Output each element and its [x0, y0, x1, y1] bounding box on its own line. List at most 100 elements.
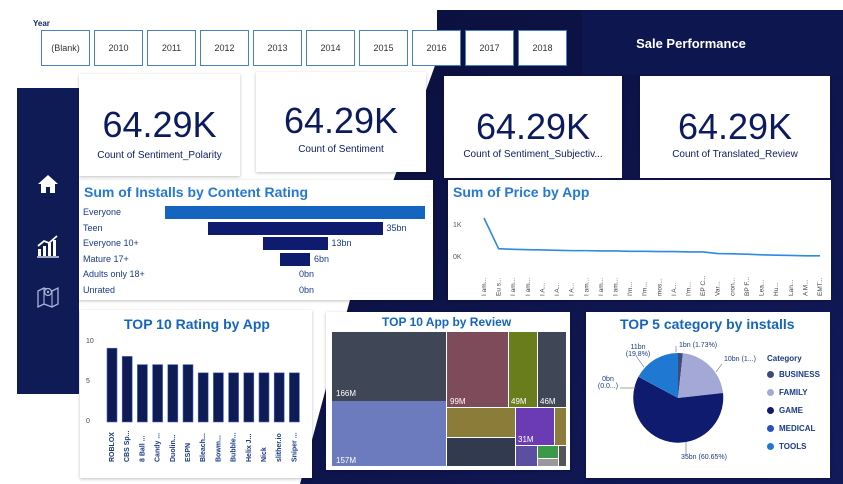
- treemap-label: 49M: [511, 397, 527, 406]
- x-tick-label: mos...: [656, 278, 663, 296]
- x-tick-label: Hu...: [773, 282, 780, 296]
- x-tick-label: I am...: [583, 278, 590, 296]
- bar[interactable]: [165, 206, 425, 219]
- kpi-card-translated-review: 64.29K Count of Translated_Review: [640, 76, 830, 178]
- year-option[interactable]: 2013: [253, 30, 302, 66]
- category-label: Unrated: [83, 284, 116, 295]
- treemap-label: 46M: [540, 397, 556, 406]
- x-tick-label: I A...: [671, 283, 678, 296]
- category-label: Teen: [83, 222, 103, 233]
- pie-label: 11bn (19.8%): [625, 344, 651, 358]
- year-option[interactable]: 2017: [465, 30, 514, 66]
- bar: [258, 372, 270, 423]
- bar: [213, 372, 224, 423]
- x-tick-label: slither.io: [276, 433, 283, 462]
- bar[interactable]: [262, 237, 328, 250]
- x-tick-label: Bubble...: [231, 432, 238, 462]
- x-tick-label: I A...: [554, 283, 561, 296]
- treemap-tile: [447, 332, 508, 407]
- treemap-tile: [555, 408, 566, 445]
- kpi-card-sentiment-subjectivity: 64.29K Count of Sentiment_Subjectiv...: [444, 76, 622, 178]
- x-tick-label: A M...: [802, 279, 809, 296]
- kpi-label: Count of Translated_Review: [672, 149, 798, 160]
- y-tick-label: 0: [86, 418, 90, 425]
- x-tick-label: ESPN: [185, 443, 192, 462]
- x-tick-label: EP C...: [700, 275, 707, 296]
- x-tick-label: Bowm...: [215, 435, 222, 462]
- installs-by-rating-card: Sum of Installs by Content Rating Everyo…: [79, 180, 433, 300]
- bar: [228, 372, 239, 423]
- year-option[interactable]: (Blank): [41, 30, 90, 66]
- pie-label: 1bn (1.73%): [679, 342, 718, 349]
- treemap-label: 99M: [450, 397, 466, 406]
- map-icon[interactable]: [34, 282, 62, 310]
- x-tick-label: Bleach...: [200, 433, 207, 462]
- bar-value-label: 13bn: [331, 238, 352, 248]
- x-tick-label: ROBLOX: [109, 432, 116, 462]
- legend-item-family[interactable]: FAMILY: [767, 388, 808, 397]
- price-line: [483, 217, 820, 257]
- top10-review-card: TOP 10 App by Review 166M 157M 99M 49M 4…: [326, 312, 570, 470]
- bar-value-label: 35bn: [386, 222, 407, 233]
- category-label: Everyone: [83, 207, 122, 217]
- price-by-app-card: Sum of Price by App 1K 0K I am... Eu s...…: [448, 180, 831, 300]
- x-tick-label: I'm...: [642, 282, 649, 296]
- x-tick-label: I am...: [598, 278, 605, 296]
- bar: [121, 356, 133, 423]
- x-tick-label: Helix J...: [246, 434, 253, 462]
- legend-item-business[interactable]: BUSINESS: [767, 370, 820, 379]
- kpi-label: Count of Sentiment_Subjectiv...: [463, 149, 603, 160]
- x-tick-label: CBS Sp...: [124, 430, 131, 462]
- legend-item-game[interactable]: GAME: [767, 406, 803, 415]
- treemap-tile: [538, 332, 566, 407]
- y-tick-label: 5: [86, 378, 90, 385]
- x-tick-label: cron...: [729, 278, 736, 296]
- bar: [243, 372, 255, 423]
- year-option[interactable]: 2016: [412, 30, 461, 66]
- pie-label: 10bn (1...): [724, 356, 756, 363]
- bar-value-label: 0bn: [299, 284, 315, 295]
- kpi-label: Count of Sentiment: [298, 144, 384, 155]
- x-tick-label: Nick: [261, 447, 268, 462]
- treemap-tile: [538, 459, 558, 466]
- kpi-value: 64.29K: [283, 100, 399, 141]
- bar: [152, 364, 163, 423]
- treemap-tile: [447, 438, 515, 466]
- treemap-label: 31M: [518, 435, 534, 444]
- bar: [167, 364, 179, 423]
- home-icon[interactable]: [34, 170, 62, 198]
- category-label: Adults only 18+: [83, 269, 145, 279]
- treemap-label: 157M: [336, 456, 356, 465]
- x-tick-label: I'm...: [686, 282, 693, 296]
- bar-chart-icon[interactable]: [34, 232, 62, 260]
- bar: [289, 372, 300, 423]
- treemap-tile: [516, 446, 537, 466]
- legend-item-tools[interactable]: TOOLS: [767, 442, 806, 451]
- bar[interactable]: [207, 221, 383, 235]
- x-tick-label: I A...: [539, 283, 546, 296]
- side-navigation: [17, 88, 79, 394]
- bar: [137, 364, 148, 423]
- x-tick-label: Duolin...: [170, 434, 177, 462]
- x-tick-label: 8 Ball ...: [139, 435, 146, 462]
- bar: [182, 364, 194, 423]
- year-option[interactable]: 2015: [359, 30, 408, 66]
- kpi-label: Count of Sentiment_Polarity: [97, 150, 222, 161]
- bar[interactable]: [280, 252, 310, 266]
- treemap-tile: [509, 332, 537, 407]
- year-option[interactable]: 2010: [94, 30, 143, 66]
- x-tick-label: Sniper ...: [291, 432, 298, 462]
- legend-item-medical[interactable]: MEDICAL: [767, 424, 815, 433]
- x-tick-label: Eu s...: [496, 277, 503, 296]
- year-option[interactable]: 2018: [518, 30, 567, 66]
- legend-title: Category: [767, 354, 802, 363]
- year-option[interactable]: 2011: [147, 30, 196, 66]
- year-option[interactable]: 2012: [200, 30, 249, 66]
- pie-slice-family: [678, 353, 723, 398]
- x-tick-label: Lan...: [788, 280, 795, 296]
- kpi-value: 64.29K: [102, 104, 217, 145]
- price-line-chart: I am... Eu s... I am... I am... I A... I A...…: [481, 217, 824, 296]
- bar: [106, 347, 118, 423]
- review-treemap: 166M 157M 99M 49M 46M 31M: [332, 332, 566, 466]
- year-option[interactable]: 2014: [306, 30, 355, 66]
